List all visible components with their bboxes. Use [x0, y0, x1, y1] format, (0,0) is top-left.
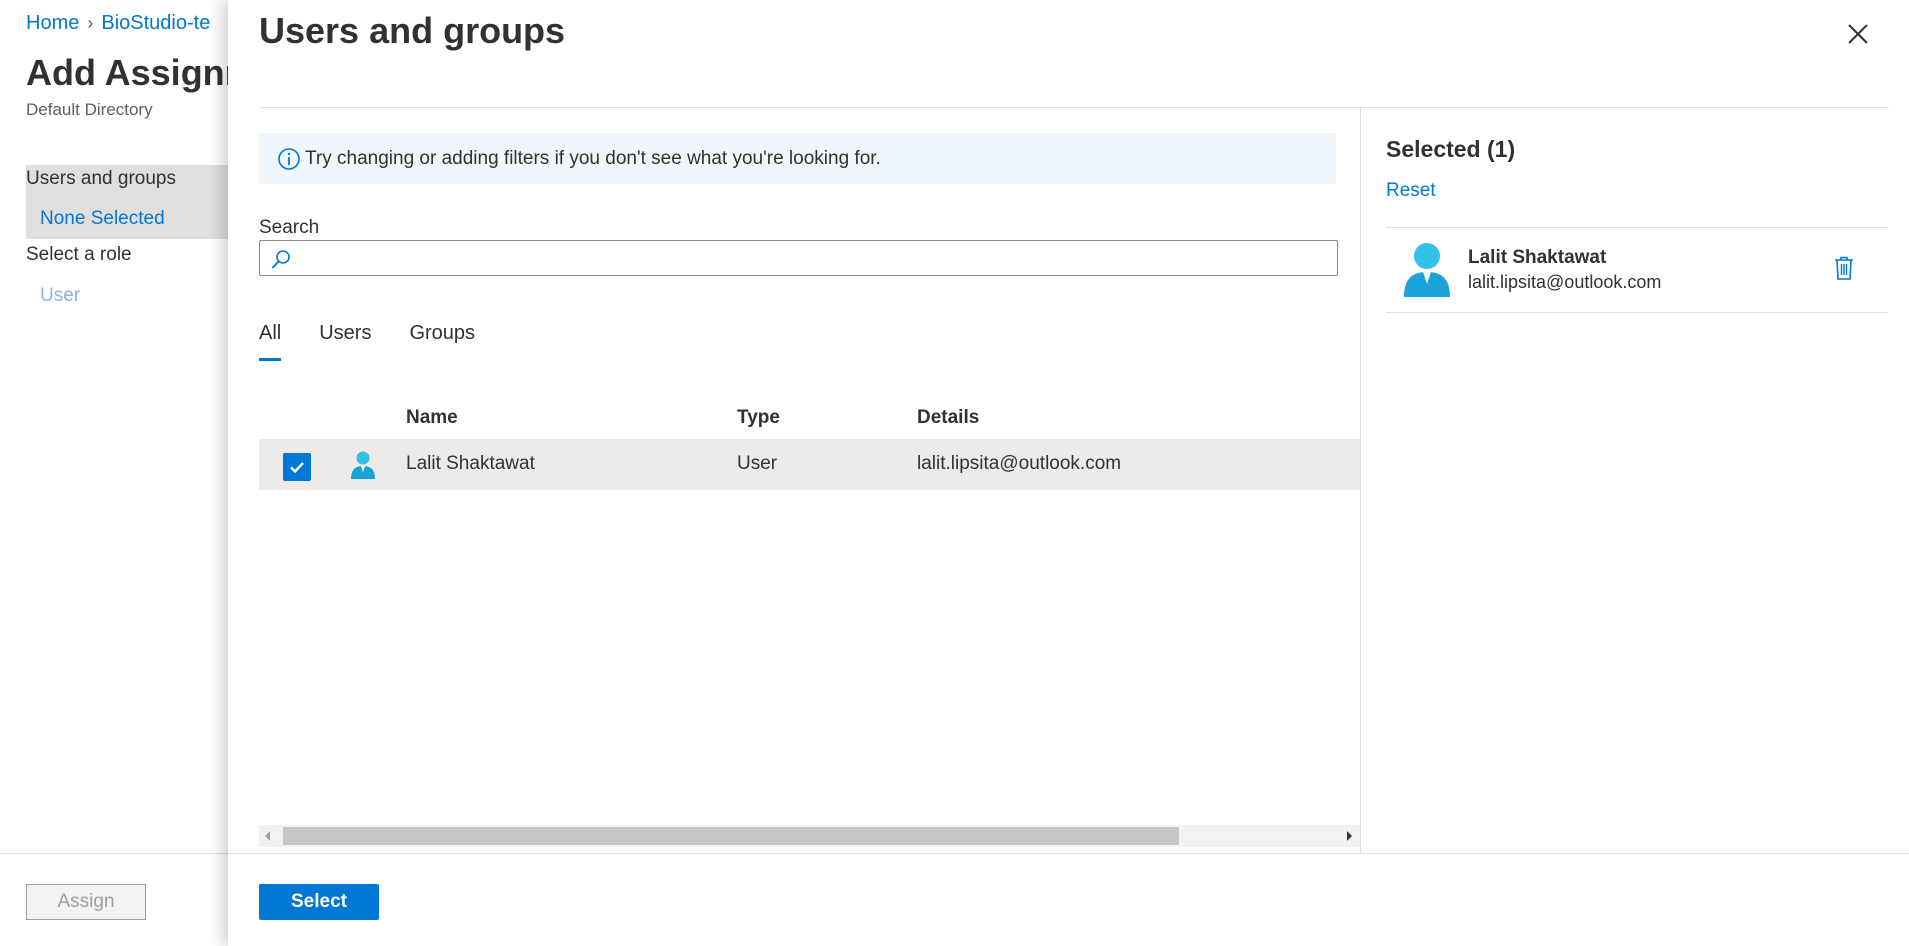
- column-header-details[interactable]: Details: [917, 407, 979, 429]
- selected-divider-top: [1386, 227, 1888, 228]
- column-header-type[interactable]: Type: [737, 407, 780, 429]
- info-message-text: Try changing or adding filters if you do…: [305, 147, 881, 169]
- search-box[interactable]: [259, 240, 1338, 276]
- remove-selected-button[interactable]: [1833, 255, 1855, 286]
- user-avatar-icon: [1404, 243, 1450, 297]
- page-title: Add Assignn: [26, 52, 247, 93]
- breadcrumb: Home › BioStudio-te: [26, 12, 210, 35]
- search-label: Search: [259, 217, 320, 238]
- close-button[interactable]: [1842, 18, 1874, 50]
- chevron-right-icon: ›: [87, 13, 94, 33]
- users-groups-value-link[interactable]: None Selected: [40, 208, 165, 230]
- panel-vertical-divider: [1360, 108, 1361, 853]
- selected-title: Selected (1): [1386, 136, 1516, 162]
- row-type: User: [737, 453, 778, 474]
- panel-title: Users and groups: [259, 10, 566, 51]
- search-icon: [271, 250, 290, 269]
- tab-bar: All Users Groups: [259, 322, 513, 362]
- trash-icon: [1835, 256, 1853, 280]
- scroll-right-arrow-icon[interactable]: [1344, 830, 1354, 842]
- panel-footer-divider: [228, 853, 1909, 854]
- table-row[interactable]: Lalit Shaktawat User lalit.lipsita@outlo…: [259, 439, 1360, 490]
- selected-divider-bottom: [1386, 312, 1888, 313]
- user-avatar-icon: [351, 451, 375, 479]
- panel-header-divider: [259, 107, 1889, 108]
- assign-button[interactable]: Assign: [26, 884, 146, 920]
- selected-user-email: lalit.lipsita@outlook.com: [1468, 272, 1662, 292]
- grid-header: Name Type Details: [259, 395, 1360, 439]
- column-header-name[interactable]: Name: [406, 407, 458, 429]
- info-message-bar: Try changing or adding filters if you do…: [259, 133, 1336, 184]
- results-grid: Name Type Details Lalit Shaktawat User l…: [259, 395, 1360, 490]
- users-groups-panel: Users and groups Try changing or adding …: [228, 0, 1909, 946]
- search-input[interactable]: [298, 243, 1328, 273]
- tab-groups[interactable]: Groups: [409, 322, 475, 362]
- select-button[interactable]: Select: [259, 884, 379, 920]
- page-subtitle: Default Directory: [26, 100, 153, 119]
- tab-all[interactable]: All: [259, 322, 282, 362]
- users-groups-label: Users and groups: [26, 168, 176, 189]
- select-role-value-link[interactable]: User: [40, 285, 80, 307]
- scrollbar-thumb[interactable]: [283, 827, 1179, 845]
- tab-users[interactable]: Users: [319, 322, 371, 362]
- breadcrumb-app-link[interactable]: BioStudio-te: [101, 12, 210, 34]
- row-name: Lalit Shaktawat: [406, 453, 535, 474]
- select-role-label: Select a role: [26, 244, 132, 265]
- info-icon: [278, 148, 300, 170]
- selected-user-name: Lalit Shaktawat: [1468, 247, 1607, 268]
- row-checkbox[interactable]: [283, 453, 311, 481]
- checkmark-icon: [290, 462, 304, 474]
- scroll-left-arrow-icon[interactable]: [263, 830, 273, 842]
- close-icon: [1848, 24, 1868, 44]
- breadcrumb-home-link[interactable]: Home: [26, 12, 79, 34]
- reset-link[interactable]: Reset: [1386, 180, 1436, 202]
- row-details: lalit.lipsita@outlook.com: [917, 453, 1122, 474]
- horizontal-scrollbar[interactable]: [259, 825, 1360, 847]
